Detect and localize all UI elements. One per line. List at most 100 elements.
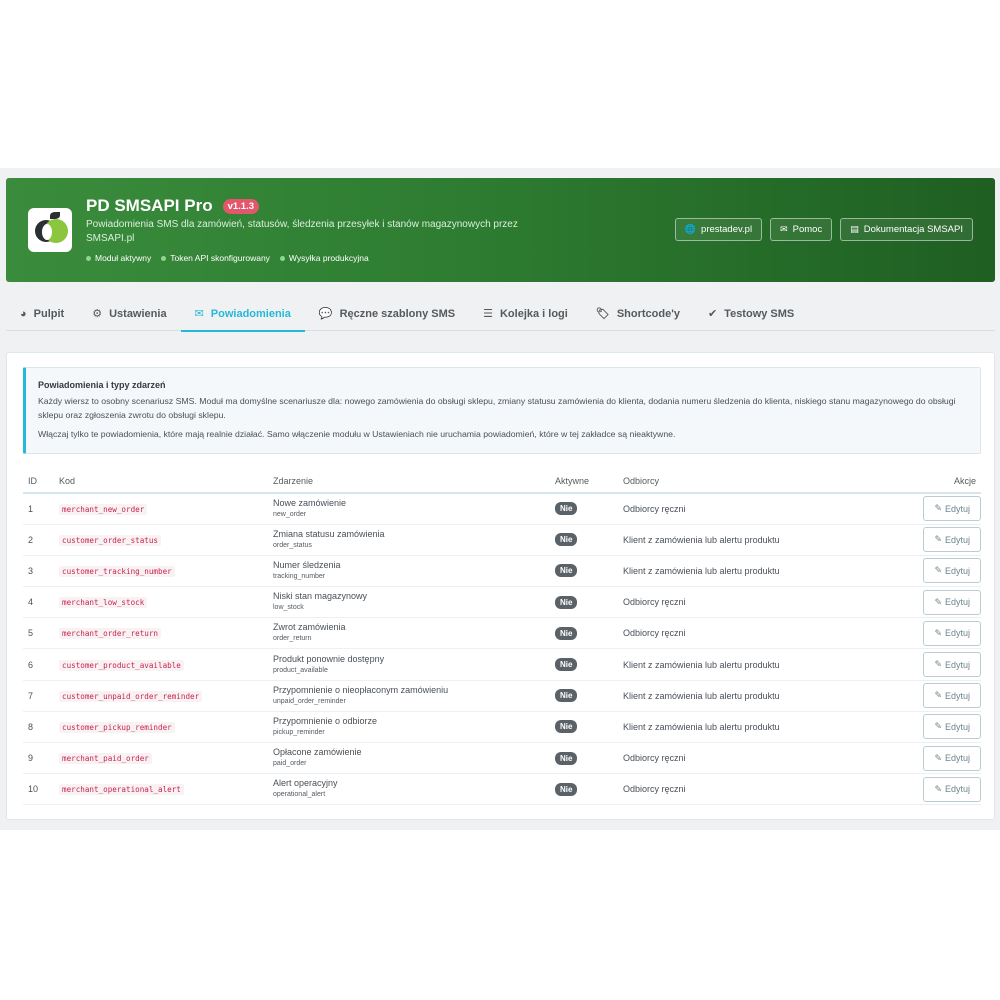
tab-shortcodes[interactable]: 🏷 Shortcode'y: [582, 296, 694, 331]
column-header-active: Aktywne: [550, 469, 618, 494]
help-button[interactable]: ✉ Pomoc: [770, 218, 833, 241]
tab-kolejka-logi[interactable]: ☰ Kolejka i logi: [469, 296, 582, 331]
row-active: Nie: [550, 711, 618, 744]
edit-button[interactable]: ✎ Edytuj: [923, 776, 981, 802]
status-dot-icon: [161, 255, 167, 261]
edit-button[interactable]: ✎ Edytuj: [923, 652, 981, 678]
table-row: 7 customer_unpaid_order_reminder Przypomni…: [23, 680, 981, 712]
event-name: Zwrot zamówienia: [273, 622, 346, 633]
tags-icon: 🏷: [595, 308, 610, 320]
row-actions: ✎ Edytuj: [901, 742, 981, 775]
pencil-icon: ✎: [934, 503, 942, 514]
title-row: PD SMSAPI Pro v1.1.3: [86, 196, 260, 216]
row-recipients: Klient z zamówienia lub alertu produktu: [618, 648, 901, 681]
edit-button[interactable]: ✎ Edytuj: [923, 558, 981, 584]
code-label: customer_unpaid_order_reminder: [59, 690, 203, 702]
edit-label: Edytuj: [944, 628, 970, 639]
row-active: Nie: [550, 555, 618, 588]
module-header: PD SMSAPI Pro v1.1.3 Powiadomienia SMS d…: [6, 178, 995, 282]
table-row: 3 customer_tracking_number Numer śledzenia…: [23, 555, 981, 588]
table-header-row: ID Kod Zdarzenie Aktywne Odbiorcy Akcje: [23, 469, 981, 494]
row-recipients: Klient z zamówienia lub alertu produktu: [618, 524, 901, 556]
tab-testowy-sms[interactable]: ✔ Testowy SMS: [694, 296, 808, 331]
edit-label: Edytuj: [944, 597, 970, 608]
code-label: customer_product_available: [59, 659, 184, 671]
row-id: 2: [23, 524, 54, 556]
info-text: Włączaj tylko te powiadomienia, które ma…: [38, 429, 676, 439]
edit-label: Edytuj: [944, 565, 970, 576]
tab-pulpit[interactable]: ◕ Pulpit: [6, 296, 78, 331]
module-subtitle: Powiadomienia SMS dla zamówień, statusów…: [86, 219, 518, 244]
row-active: Nie: [550, 742, 618, 775]
row-recipients: Odbiorcy ręczni: [618, 742, 901, 775]
row-actions: ✎ Edytuj: [901, 648, 981, 681]
edit-button[interactable]: ✎ Edytuj: [923, 683, 981, 709]
row-recipients: Odbiorcy ręczni: [618, 773, 901, 806]
edit-label: Edytuj: [944, 721, 970, 732]
code-label: merchant_paid_order: [59, 753, 152, 765]
row-code: merchant_operational_alert: [54, 773, 268, 806]
globe-icon: 🌐: [684, 224, 697, 234]
tab-ustawienia[interactable]: ⚙ Ustawienia: [78, 296, 180, 331]
row-event: Produkt ponownie dostępny product_availab…: [268, 648, 550, 681]
row-event: Opłacone zamówienie paid_order: [268, 742, 550, 775]
row-event: Zmiana statusu zamówienia order_status: [268, 524, 550, 556]
event-key: unpaid_order_reminder: [273, 697, 346, 705]
header-buttons: 🌐 prestadev.pl ✉ Pomoc ▤ Dokumentacja SMSAP…: [674, 218, 973, 241]
event-key: order_status: [273, 541, 312, 549]
edit-button[interactable]: ✎ Edytuj: [923, 589, 981, 615]
edit-button[interactable]: ✎ Edytuj: [923, 496, 981, 522]
column-header-id: ID: [23, 469, 54, 494]
code-label: merchant_operational_alert: [59, 784, 184, 796]
code-label: customer_tracking_number: [59, 565, 175, 577]
row-event: Alert operacyjny operational_alert: [268, 773, 550, 806]
active-status-badge: Nie: [555, 782, 578, 796]
row-active: Nie: [550, 648, 618, 681]
row-event: Numer śledzenia tracking_number: [268, 555, 550, 588]
row-code: merchant_paid_order: [54, 742, 268, 775]
smsapi-docs-button[interactable]: ▤ Dokumentacja SMSAPI: [840, 218, 973, 241]
row-actions: ✎ Edytuj: [901, 617, 981, 650]
edit-label: Edytuj: [944, 784, 970, 795]
row-actions: ✎ Edytuj: [901, 680, 981, 712]
code-label: customer_pickup_reminder: [59, 721, 175, 733]
column-header-recipients: Odbiorcy: [618, 469, 901, 494]
active-status-badge: Nie: [555, 626, 578, 640]
edit-button[interactable]: ✎ Edytuj: [923, 745, 981, 771]
row-recipients: Klient z zamówienia lub alertu produktu: [618, 555, 901, 588]
cogs-icon: ⚙: [92, 308, 103, 320]
pencil-icon: ✎: [934, 690, 942, 701]
edit-button[interactable]: ✎ Edytuj: [923, 527, 981, 553]
row-active: Nie: [550, 773, 618, 806]
row-id: 6: [23, 648, 54, 681]
version-badge: v1.1.3: [222, 198, 260, 214]
edit-label: Edytuj: [944, 690, 970, 701]
row-recipients: Klient z zamówienia lub alertu produktu: [618, 711, 901, 744]
event-key: operational_alert: [273, 791, 326, 799]
event-name: Produkt ponownie dostępny: [273, 653, 385, 664]
event-name: Niski stan magazynowy: [273, 591, 368, 602]
edit-label: Edytuj: [944, 659, 970, 670]
edit-label: Edytuj: [944, 534, 970, 545]
table-row: 9 merchant_paid_order Opłacone zamówienie p…: [23, 742, 981, 775]
tab-powiadomienia[interactable]: ✉ Powiadomienia: [180, 296, 306, 332]
edit-button[interactable]: ✎ Edytuj: [923, 620, 981, 646]
active-status-badge: Nie: [555, 595, 578, 609]
edit-button[interactable]: ✎ Edytuj: [923, 714, 981, 740]
code-label: merchant_low_stock: [59, 597, 148, 609]
row-id: 10: [23, 773, 54, 806]
code-label: customer_order_status: [59, 534, 162, 546]
prestadev-link-button[interactable]: 🌐 prestadev.pl: [674, 218, 763, 241]
row-actions: ✎ Edytuj: [901, 493, 981, 525]
active-status-badge: Nie: [555, 751, 578, 765]
row-id: 9: [23, 742, 54, 775]
module-logo: [28, 208, 72, 252]
tab-reczne-szablony[interactable]: 💬 Ręczne szablony SMS: [305, 296, 469, 331]
row-event: Niski stan magazynowy low_stock: [268, 586, 550, 619]
table-row: 2 customer_order_status Zmiana statusu zam…: [23, 524, 981, 556]
row-event: Zwrot zamówienia order_return: [268, 617, 550, 650]
row-active: Nie: [550, 493, 618, 525]
row-active: Nie: [550, 586, 618, 619]
row-code: merchant_new_order: [54, 493, 268, 525]
row-actions: ✎ Edytuj: [901, 586, 981, 619]
